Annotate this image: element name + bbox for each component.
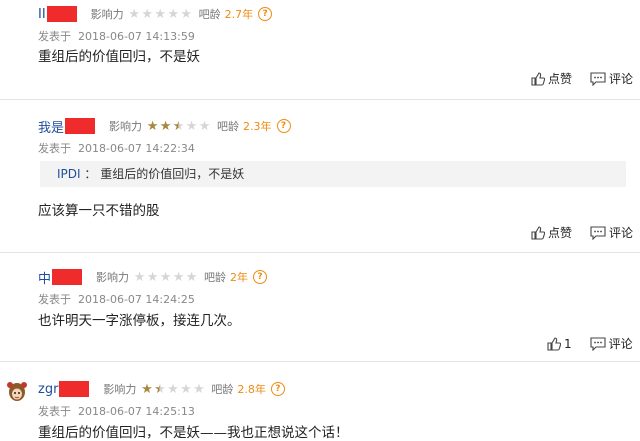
quoted-text: 重组后的价值回归，不是妖: [100, 167, 245, 181]
comment-actions: 点赞 评论: [531, 224, 633, 241]
thumbs-up-icon: [531, 71, 545, 86]
avatar[interactable]: [6, 379, 28, 405]
speech-bubble-icon: [590, 225, 606, 240]
thumbs-up-icon: [547, 336, 561, 351]
like-button[interactable]: 点赞: [531, 224, 572, 241]
like-count: 1: [564, 336, 572, 351]
posted-at-label: 发表于: [38, 142, 71, 155]
comment-2: 我是 影响力 ★ ★ ★ ★ ★ 吧龄 2.3年 ? 发表于 2018-06-07 14…: [0, 100, 640, 252]
quote-separator: ：: [84, 167, 97, 181]
influence-stars: ★ ★ ★ ★ ★: [146, 120, 211, 133]
comment-label: 评论: [609, 72, 634, 86]
influence-stars: ★ ★ ★ ★ ★: [128, 8, 193, 21]
username-link[interactable]: 中: [38, 268, 51, 287]
influence-label: 影响力: [96, 271, 130, 284]
bar-age-label: 吧龄: [217, 120, 240, 133]
star-icon: ★: [193, 381, 205, 397]
username-redaction: [59, 381, 90, 397]
comment-actions: 点赞 评论: [531, 70, 633, 87]
username-link[interactable]: 我是: [38, 117, 64, 136]
username-link[interactable]: II: [38, 7, 46, 22]
posted-at-label: 发表于: [38, 405, 71, 418]
star-icon: ★: [185, 269, 198, 285]
comment-meta: II 影响力 ★ ★ ★ ★ ★ 吧龄 2.7年 ?: [38, 5, 273, 23]
bar-age-value: 2年: [230, 271, 249, 284]
post-time: 发表于 2018-06-07 14:25:13: [38, 403, 195, 419]
comment-text: 重组后的价值回归，不是妖——我也正想说这个话！: [38, 425, 349, 441]
comment-actions: 1 评论: [547, 335, 633, 352]
timestamp: 2018-06-07 14:13:59: [78, 30, 195, 43]
bar-age-label: 吧龄: [211, 383, 234, 396]
bar-age-value: 2.3年: [243, 120, 272, 133]
comment-text: 也许明天一字涨停板，接连几次。: [38, 313, 241, 329]
star-icon: ★: [180, 6, 192, 22]
thumbs-up-icon: [531, 225, 545, 240]
influence-label: 影响力: [103, 383, 137, 396]
username-link[interactable]: zgr: [38, 382, 58, 397]
star-icon: ★: [185, 118, 198, 134]
like-button[interactable]: 1: [547, 337, 572, 351]
comment-meta: 我是 影响力 ★ ★ ★ ★ ★ 吧龄 2.3年 ?: [38, 117, 291, 136]
influence-label: 影响力: [90, 8, 124, 21]
timestamp: 2018-06-07 14:24:25: [78, 293, 195, 306]
username-redaction: [65, 118, 96, 134]
influence-stars: ★ ★ ★ ★ ★: [133, 271, 198, 284]
help-icon[interactable]: ?: [270, 382, 285, 396]
timestamp: 2018-06-07 14:25:13: [78, 405, 195, 418]
star-half-icon: ★: [172, 118, 185, 134]
comment-button[interactable]: 评论: [590, 335, 633, 352]
speech-bubble-icon: [590, 71, 606, 86]
star-icon: ★: [141, 6, 153, 22]
comment-1: II 影响力 ★ ★ ★ ★ ★ 吧龄 2.7年 ? 发表于 2018-06-07 14…: [0, 0, 640, 98]
help-icon[interactable]: ?: [258, 7, 273, 21]
like-button[interactable]: 点赞: [531, 70, 572, 87]
help-icon[interactable]: ?: [253, 270, 268, 284]
like-label: 点赞: [548, 72, 573, 86]
comment-meta: 中 影响力 ★ ★ ★ ★ ★ 吧龄 2年 ?: [38, 268, 268, 287]
bar-age-value: 2.8年: [237, 383, 266, 396]
star-icon: ★: [167, 381, 179, 397]
star-icon: ★: [128, 6, 140, 22]
username-redaction: [46, 6, 77, 22]
speech-bubble-icon: [590, 336, 606, 351]
star-icon: ★: [146, 269, 159, 285]
influence-stars: ★ ★ ★ ★ ★: [140, 383, 205, 396]
bar-age-value: 2.7年: [224, 8, 254, 21]
star-icon: ★: [172, 269, 185, 285]
comment-label: 评论: [609, 226, 634, 240]
comment-label: 评论: [608, 337, 633, 351]
star-icon: ★: [198, 118, 211, 134]
comment-text: 应该算一只不错的股: [38, 203, 160, 219]
bar-age-label: 吧龄: [204, 271, 227, 284]
bar-age-label: 吧龄: [198, 8, 221, 21]
posted-at-label: 发表于: [38, 293, 71, 306]
star-icon: ★: [167, 6, 179, 22]
comment-button[interactable]: 评论: [590, 70, 633, 87]
posted-at-label: 发表于: [38, 30, 71, 43]
comment-text: 重组后的价值回归，不是妖: [38, 49, 200, 65]
comment-3: 中 影响力 ★ ★ ★ ★ ★ 吧龄 2年 ? 发表于 2018-06-07 14:24…: [0, 253, 640, 360]
star-icon: ★: [133, 269, 146, 285]
star-icon: ★: [146, 118, 159, 134]
post-time: 发表于 2018-06-07 14:13:59: [38, 28, 195, 44]
timestamp: 2018-06-07 14:22:34: [78, 142, 195, 155]
star-half-icon: ★: [154, 381, 166, 397]
help-icon[interactable]: ?: [276, 119, 291, 133]
star-icon: ★: [159, 269, 172, 285]
star-icon: ★: [154, 6, 166, 22]
post-time: 发表于 2018-06-07 14:22:34: [38, 140, 195, 156]
post-time: 发表于 2018-06-07 14:24:25: [38, 291, 195, 307]
influence-label: 影响力: [109, 120, 143, 133]
like-label: 点赞: [548, 226, 573, 240]
username-redaction: [52, 269, 83, 285]
star-icon: ★: [159, 118, 172, 134]
quoted-reply: IPDI ： 重组后的价值回归，不是妖: [40, 161, 626, 187]
comment-button[interactable]: 评论: [590, 224, 633, 241]
star-icon: ★: [141, 381, 153, 397]
comment-4: zgr 影响力 ★ ★ ★ ★ ★ 吧龄 2.8年 ? 发表于 2018-06-07 1…: [0, 362, 640, 441]
comment-meta: zgr 影响力 ★ ★ ★ ★ ★ 吧龄 2.8年 ?: [38, 380, 285, 398]
quoted-username[interactable]: IPDI: [57, 167, 81, 181]
star-icon: ★: [180, 381, 192, 397]
